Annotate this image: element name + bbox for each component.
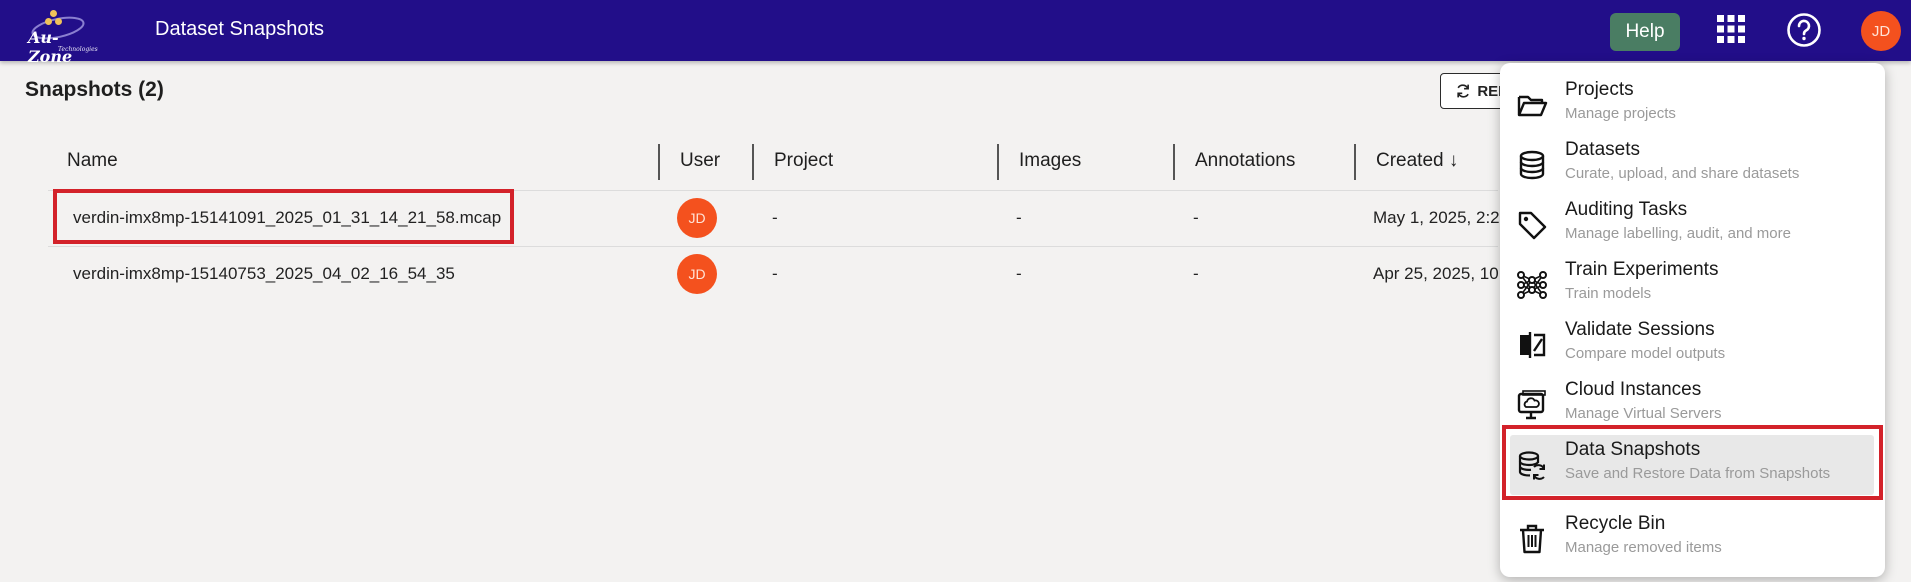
project-cell: - <box>772 208 778 227</box>
snapshot-name[interactable]: verdin-imx8mp-15140753_2025_04_02_16_54_… <box>73 264 455 284</box>
logo-dot <box>55 18 62 25</box>
cloud-monitor-icon <box>1517 390 1546 420</box>
trash-icon <box>1520 524 1544 554</box>
created-cell: Apr 25, 2025, 10: <box>1373 264 1504 283</box>
neural-network-icon <box>1517 271 1547 299</box>
help-button[interactable]: Help <box>1610 13 1680 51</box>
created-cell: May 1, 2025, 2:22 <box>1373 208 1510 227</box>
menu-item-subtitle: Compare model outputs <box>1565 345 1726 362</box>
menu-item-subtitle: Manage labelling, audit, and more <box>1565 225 1791 242</box>
menu-item-auditing-tasks[interactable]: Auditing Tasks Manage labelling, audit, … <box>1510 195 1874 251</box>
user-avatar: JD <box>677 254 717 294</box>
menu-item-subtitle: Curate, upload, and share datasets <box>1565 165 1800 182</box>
column-header-name[interactable]: Name <box>67 150 118 172</box>
tag-icon <box>1518 211 1547 240</box>
folder-open-icon <box>1517 95 1548 117</box>
column-separator[interactable] <box>752 144 754 180</box>
menu-item-title: Recycle Bin <box>1565 513 1666 534</box>
column-header-user[interactable]: User <box>680 150 720 172</box>
highlight-box <box>53 189 514 244</box>
menu-item-train-experiments[interactable]: Train Experiments Train models <box>1510 255 1874 311</box>
images-cell: - <box>1016 208 1022 227</box>
menu-item-title: Validate Sessions <box>1565 319 1715 340</box>
menu-item-title: Train Experiments <box>1565 259 1719 280</box>
menu-item-title: Cloud Instances <box>1565 379 1702 400</box>
annotations-cell: - <box>1193 264 1199 283</box>
column-header-annotations[interactable]: Annotations <box>1195 150 1295 172</box>
compare-icon <box>1520 332 1546 358</box>
menu-item-datasets[interactable]: Datasets Curate, upload, and share datas… <box>1510 135 1874 191</box>
highlight-box <box>1502 425 1883 500</box>
menu-item-title: Datasets <box>1565 139 1640 160</box>
column-header-project[interactable]: Project <box>774 150 833 172</box>
menu-item-subtitle: Manage removed items <box>1565 539 1722 556</box>
au-zone-logo[interactable]: Au-Zone Technologies <box>22 6 102 66</box>
menu-item-cloud-instances[interactable]: Cloud Instances Manage Virtual Servers <box>1510 375 1874 431</box>
menu-item-projects[interactable]: Projects Manage projects <box>1510 75 1874 131</box>
column-header-created[interactable]: Created ↓ <box>1376 150 1458 172</box>
column-header-images[interactable]: Images <box>1019 150 1081 172</box>
app-title: Dataset Snapshots <box>155 18 324 40</box>
annotations-cell: - <box>1193 208 1199 227</box>
column-separator[interactable] <box>1354 144 1356 180</box>
images-cell: - <box>1016 264 1022 283</box>
column-separator[interactable] <box>658 144 660 180</box>
logo-dot <box>50 10 57 17</box>
menu-item-subtitle: Manage Virtual Servers <box>1565 405 1722 422</box>
page-title: Snapshots (2) <box>25 78 164 101</box>
menu-item-subtitle: Train models <box>1565 285 1652 302</box>
refresh-icon <box>1457 84 1469 98</box>
menu-item-recycle-bin[interactable]: Recycle Bin Manage removed items <box>1510 509 1874 565</box>
menu-item-title: Auditing Tasks <box>1565 199 1688 220</box>
row-divider <box>48 246 1498 247</box>
user-avatar: JD <box>677 198 717 238</box>
menu-item-validate-sessions[interactable]: Validate Sessions Compare model outputs <box>1510 315 1874 371</box>
top-app-bar: Au-Zone Technologies Dataset Snapshots H… <box>0 0 1911 66</box>
menu-item-title: Projects <box>1565 79 1634 100</box>
user-avatar[interactable]: JD <box>1861 11 1901 51</box>
database-icon <box>1519 150 1545 180</box>
help-circle-icon[interactable] <box>1786 12 1822 48</box>
column-separator[interactable] <box>1173 144 1175 180</box>
logo-dot <box>45 18 52 25</box>
menu-item-subtitle: Manage projects <box>1565 105 1676 122</box>
apps-grid-icon[interactable] <box>1716 14 1746 44</box>
logo-subtext: Technologies <box>58 46 98 53</box>
project-cell: - <box>772 264 778 283</box>
column-separator[interactable] <box>997 144 999 180</box>
